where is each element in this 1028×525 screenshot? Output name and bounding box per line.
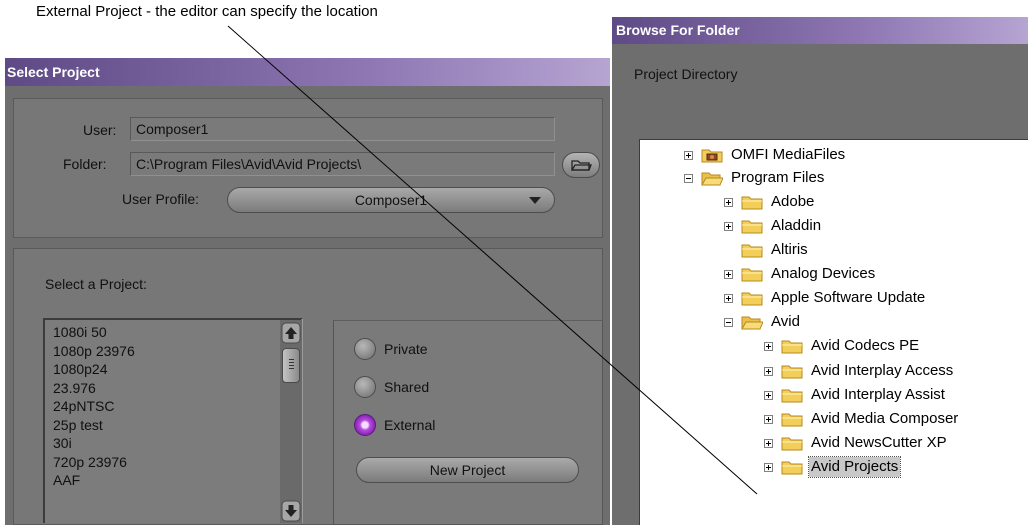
folder-icon	[741, 194, 763, 210]
folder-icon	[741, 266, 763, 282]
tree-item-label: Altiris	[771, 241, 808, 258]
expand-icon[interactable]	[764, 341, 773, 351]
browse-folder-title: Browse For Folder	[612, 17, 1028, 44]
tree-item[interactable]: Avid Codecs PE	[764, 335, 921, 357]
tree-item-label: Avid Codecs PE	[811, 337, 920, 354]
expand-icon[interactable]	[764, 390, 773, 400]
user-profile-label: User Profile:	[122, 191, 200, 207]
tree-item-label: Avid	[771, 313, 800, 330]
project-directory-caption: Project Directory	[634, 66, 738, 82]
folder-browse-icon	[570, 160, 592, 171]
radio-shared-label: Shared	[384, 379, 430, 395]
scroll-down-icon[interactable]	[281, 500, 301, 522]
tree-item-label: Avid Interplay Assist	[811, 386, 945, 403]
folder-icon	[781, 459, 803, 475]
expand-icon[interactable]	[724, 293, 733, 303]
tree-item[interactable]: Avid	[724, 311, 802, 333]
tree-item[interactable]: Altiris	[724, 239, 810, 261]
expand-icon[interactable]	[764, 462, 773, 472]
tree-item-label: Program Files	[731, 169, 825, 186]
list-item[interactable]: AAF	[53, 471, 135, 490]
list-item[interactable]: 24pNTSC	[53, 397, 135, 416]
tree-item[interactable]: Adobe	[724, 191, 816, 213]
select-project-label: Select a Project:	[45, 276, 147, 292]
project-list-scrollbar[interactable]	[280, 320, 302, 523]
tree-item[interactable]: Avid Projects	[764, 456, 902, 478]
new-project-button[interactable]: New Project	[356, 457, 579, 483]
expand-icon[interactable]	[684, 150, 693, 160]
tree-item-label: Adobe	[771, 193, 815, 210]
folder-media-icon	[701, 147, 723, 163]
tree-item[interactable]: Avid Media Composer	[764, 408, 960, 430]
folder-icon	[781, 338, 803, 354]
browse-folder-button[interactable]	[562, 152, 600, 178]
radio-external-button[interactable]	[354, 414, 376, 436]
tree-item[interactable]: OMFI MediaFiles	[684, 144, 847, 166]
tree-item-label: Avid Media Composer	[811, 410, 959, 427]
callout-text: External Project - the editor can specif…	[36, 3, 378, 20]
browse-folder-window: Browse For Folder Project Directory OMFI…	[612, 17, 1028, 525]
expand-icon[interactable]	[724, 197, 733, 207]
tree-item[interactable]: Apple Software Update	[724, 287, 927, 309]
select-project-window: Select Project User: Composer1 Folder: C…	[5, 58, 610, 525]
tree-item-label: Avid Interplay Access	[811, 362, 954, 379]
folder-field[interactable]: C:\Program Files\Avid\Avid Projects\	[130, 152, 555, 176]
folder-icon	[781, 411, 803, 427]
folder-icon	[741, 290, 763, 306]
expand-icon[interactable]	[764, 366, 773, 376]
list-item[interactable]: 1080p24	[53, 360, 135, 379]
radio-private-button[interactable]	[354, 338, 376, 360]
tree-item[interactable]: Avid Interplay Access	[764, 360, 955, 382]
user-profile-value: Composer1	[354, 192, 428, 208]
list-item[interactable]: 1080i 50	[53, 323, 135, 342]
radio-private[interactable]: Private	[354, 338, 428, 360]
chevron-down-icon	[529, 197, 541, 204]
folder-icon	[781, 387, 803, 403]
expand-icon[interactable]	[724, 269, 733, 279]
folder-open-icon	[741, 314, 763, 330]
tree-item-label: Apple Software Update	[771, 289, 926, 306]
tree-item[interactable]: Analog Devices	[724, 263, 877, 285]
tree-item[interactable]: Program Files	[684, 167, 826, 189]
project-list[interactable]: 1080i 50 1080p 23976 1080p24 23.976 24pNTSC 2…	[43, 318, 303, 523]
user-label: User:	[83, 122, 117, 138]
folder-icon	[741, 218, 763, 234]
tree-item[interactable]: Avid NewsCutter XP	[764, 432, 949, 454]
list-item[interactable]: 30i	[53, 434, 135, 453]
expand-icon[interactable]	[764, 414, 773, 424]
user-profile-select[interactable]: Composer1	[227, 187, 555, 213]
folder-icon	[781, 435, 803, 451]
radio-shared-button[interactable]	[354, 376, 376, 398]
expand-icon[interactable]	[724, 221, 733, 231]
tree-item-label: Analog Devices	[771, 265, 876, 282]
user-field[interactable]: Composer1	[130, 117, 555, 141]
list-item[interactable]: 25p test	[53, 416, 135, 435]
radio-external-label: External	[384, 417, 436, 433]
tree-item-label: Avid Projects	[807, 456, 902, 478]
radio-external[interactable]: External	[354, 414, 435, 436]
folder-icon	[741, 242, 763, 258]
project-type-group: Private Shared External New Project	[333, 320, 603, 525]
folder-label: Folder:	[63, 156, 107, 172]
folder-tree[interactable]: OMFI MediaFiles Program Files Adobe Aladdin…	[639, 139, 1028, 525]
radio-shared[interactable]: Shared	[354, 376, 429, 398]
tree-item-label: Avid NewsCutter XP	[811, 434, 947, 451]
scroll-up-icon[interactable]	[281, 322, 301, 344]
tree-item-label: Aladdin	[771, 217, 822, 234]
collapse-icon[interactable]	[724, 317, 733, 327]
tree-item-label: OMFI MediaFiles	[731, 146, 846, 163]
collapse-icon[interactable]	[684, 173, 693, 183]
tree-item[interactable]: Aladdin	[724, 215, 823, 237]
expand-icon[interactable]	[764, 438, 773, 448]
tree-item[interactable]: Avid Interplay Assist	[764, 384, 947, 406]
scroll-thumb[interactable]	[282, 348, 300, 383]
list-item[interactable]: 23.976	[53, 379, 135, 398]
folder-open-icon	[701, 170, 723, 186]
select-project-title: Select Project	[5, 58, 610, 86]
radio-private-label: Private	[384, 341, 428, 357]
list-item[interactable]: 1080p 23976	[53, 342, 135, 361]
folder-icon	[781, 363, 803, 379]
list-item[interactable]: 720p 23976	[53, 453, 135, 472]
